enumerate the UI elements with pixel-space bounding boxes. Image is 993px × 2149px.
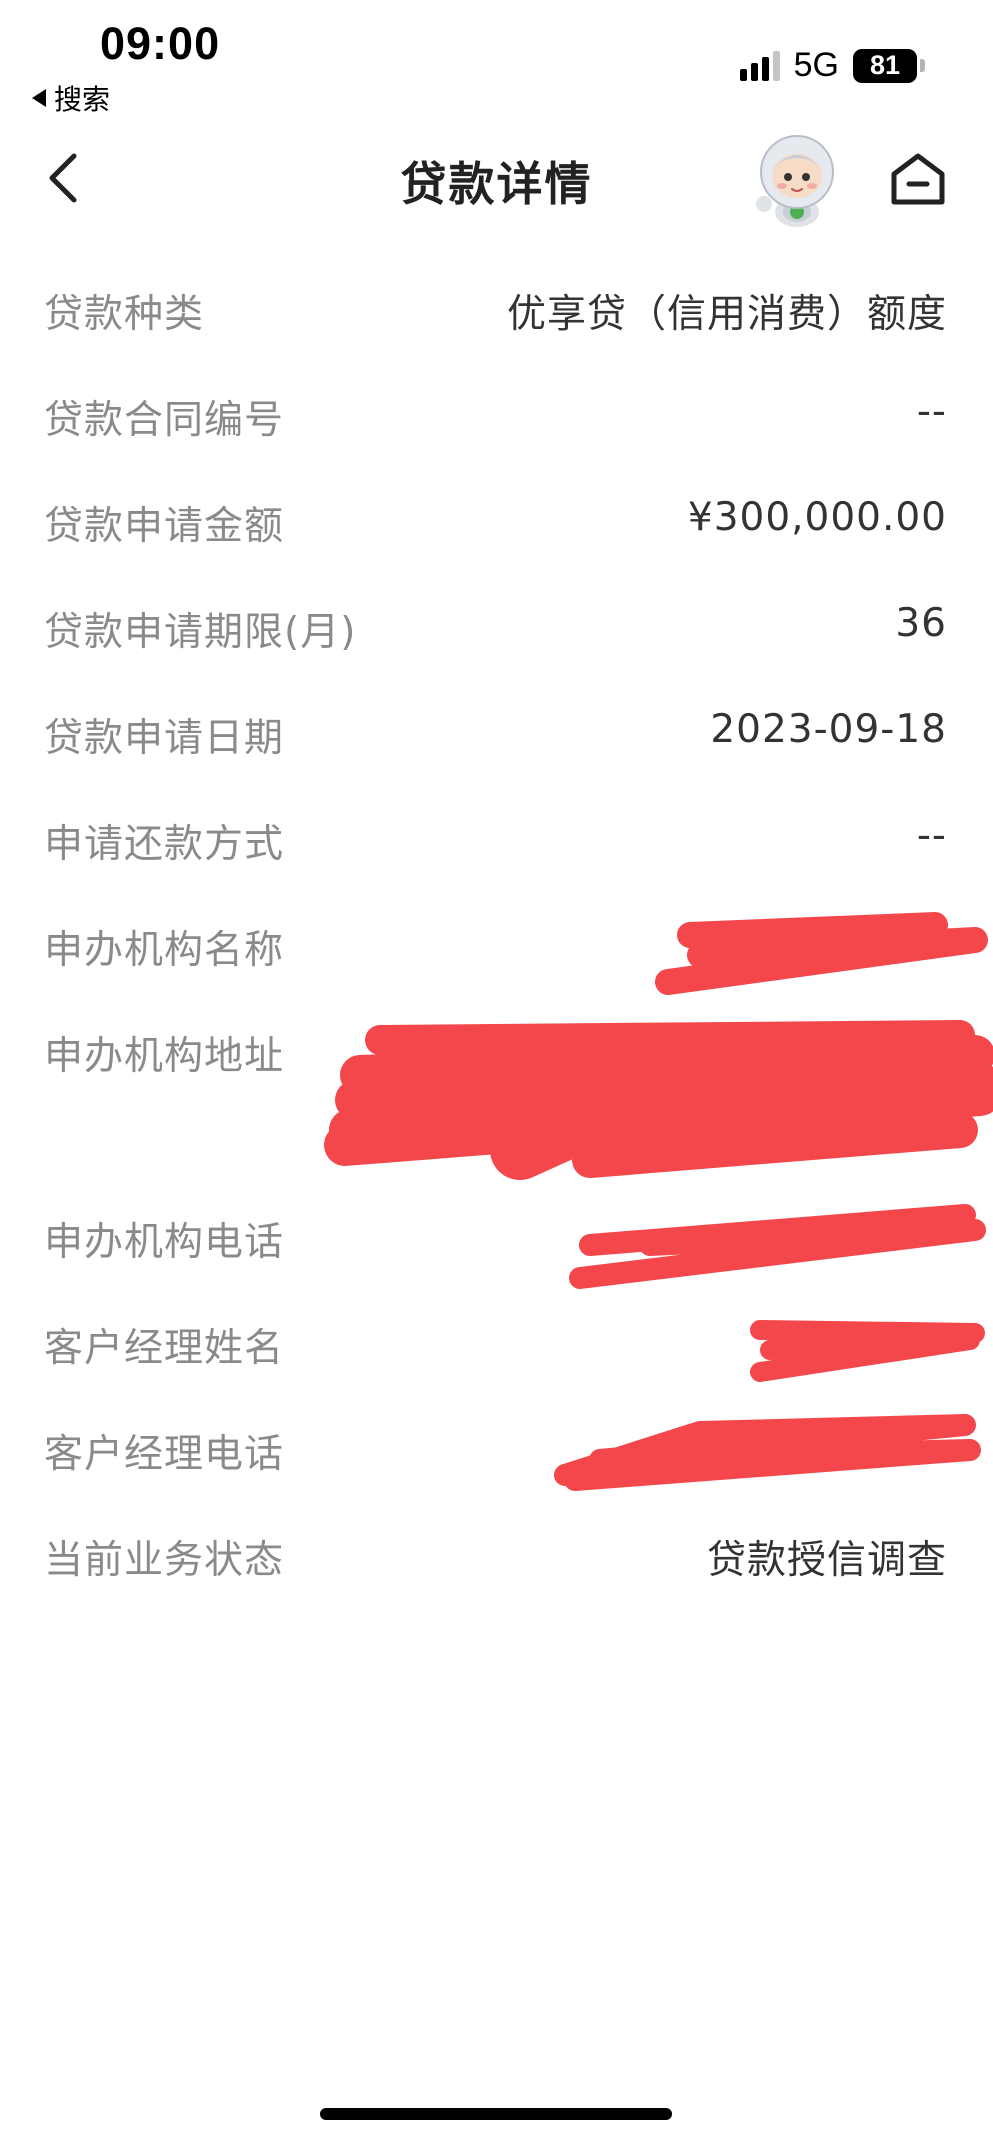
- redaction-scribble: [324, 912, 993, 1491]
- home-indicator[interactable]: [320, 2108, 672, 2120]
